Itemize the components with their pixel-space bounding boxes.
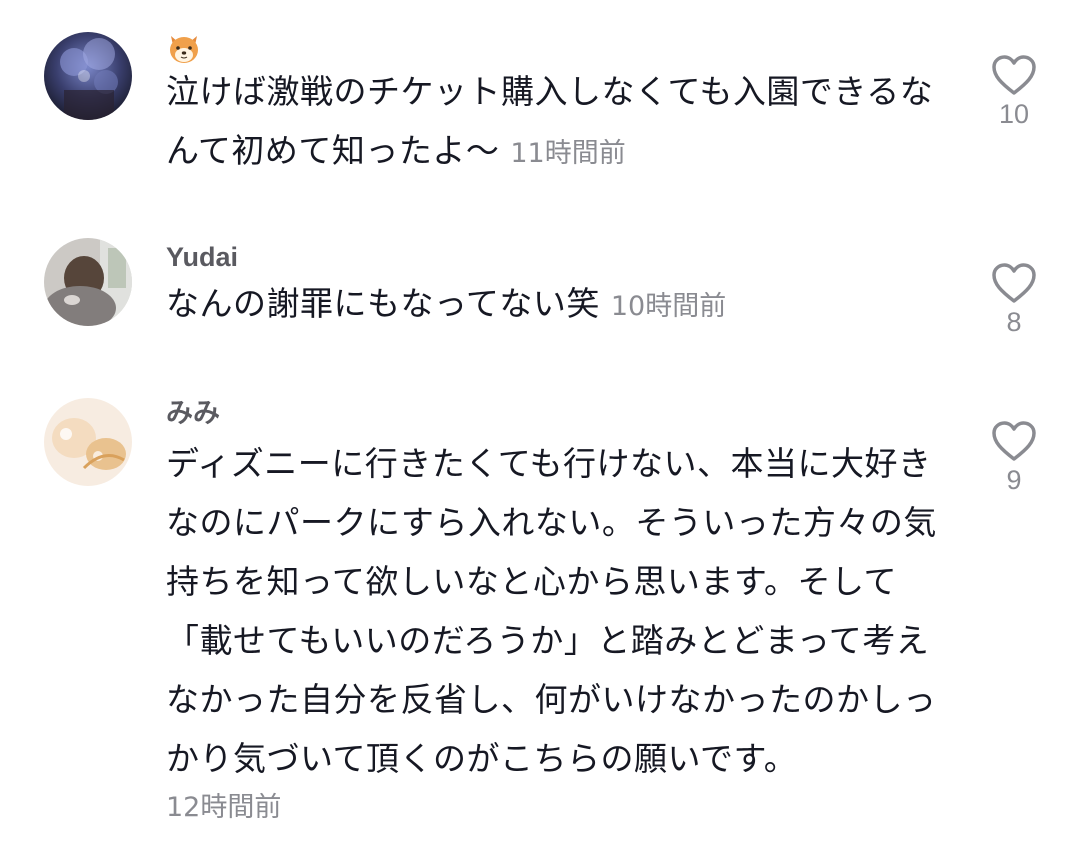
heart-outline-icon xyxy=(992,421,1036,461)
avatar-image xyxy=(44,398,132,486)
username[interactable]: みみ xyxy=(166,396,956,430)
like-count: 9 xyxy=(1006,465,1022,495)
like-button[interactable]: 9 xyxy=(988,420,1040,496)
comment-timestamp: 12時間前 xyxy=(166,792,282,823)
avatar-image xyxy=(44,238,132,326)
like-count: 10 xyxy=(998,99,1030,129)
comment-text: 泣けば激戦のチケット購入しなくても入園できるなんて初めて知ったよ〜 11時間前 xyxy=(166,62,946,183)
comment-timestamp: 10時間前 xyxy=(610,291,727,322)
comment-text-content: なんの謝罪にもなってない笑 xyxy=(166,284,600,323)
heart-outline-icon xyxy=(992,263,1036,303)
avatar-image xyxy=(44,32,132,120)
avatar[interactable] xyxy=(44,398,132,486)
comment-text: なんの謝罪にもなってない笑 10時間前 xyxy=(166,274,946,336)
avatar[interactable] xyxy=(44,238,132,326)
comment-text: ディズニーに行きたくても行けない、本当に大好きなのにパークにすら入れない。そうい… xyxy=(166,444,937,778)
like-count: 8 xyxy=(1006,307,1022,337)
shiba-dog-emoji-icon xyxy=(170,36,198,63)
username[interactable]: Yudai xyxy=(166,240,956,274)
avatar[interactable] xyxy=(44,32,132,120)
like-button[interactable]: 8 xyxy=(988,262,1040,338)
like-button[interactable]: 10 xyxy=(988,54,1040,130)
heart-outline-icon xyxy=(992,55,1036,95)
comment-timestamp: 11時間前 xyxy=(510,138,626,169)
